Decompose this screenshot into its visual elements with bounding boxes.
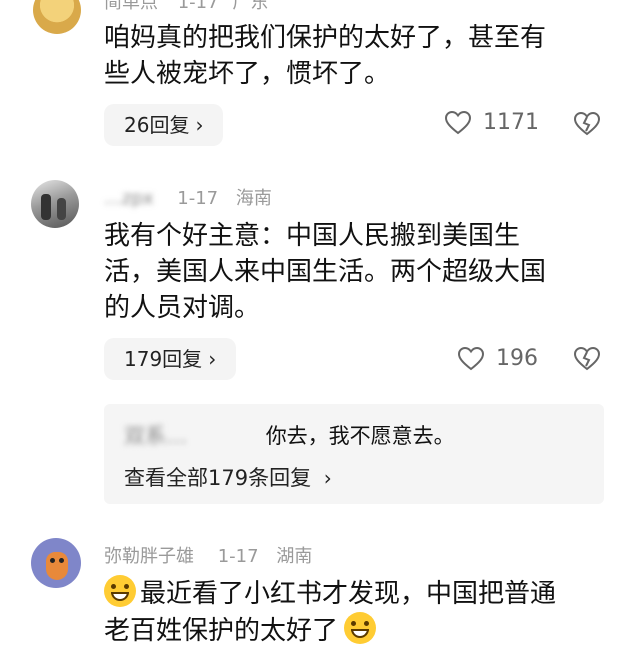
view-all-replies-link[interactable]: 查看全部179条回复 › bbox=[124, 462, 332, 492]
replies-label: 179回复 bbox=[124, 347, 203, 371]
broken-heart-icon bbox=[573, 111, 601, 136]
comment-line: 些人被宠坏了，惯坏了。 bbox=[104, 59, 391, 89]
chevron-right-icon: › bbox=[323, 466, 332, 490]
sub-reply-author[interactable]: 双系… bbox=[124, 420, 259, 450]
avatar[interactable] bbox=[31, 538, 81, 588]
view-all-label: 查看全部179条回复 bbox=[124, 466, 312, 490]
replies-button[interactable]: 26回复 › bbox=[104, 104, 224, 146]
comment-line: 咱妈真的把我们保护的太好了，甚至有 bbox=[104, 23, 547, 53]
like-count: 1171 bbox=[483, 110, 539, 135]
like-button[interactable]: 1171 bbox=[445, 110, 539, 135]
username[interactable]: …zpx bbox=[104, 188, 154, 209]
avatar[interactable] bbox=[33, 0, 81, 34]
avatar[interactable] bbox=[31, 180, 79, 228]
replies-label: 26回复 bbox=[124, 113, 190, 137]
comment-text: 咱妈真的把我们保护的太好了，甚至有 些人被宠坏了，惯坏了。 bbox=[104, 20, 614, 92]
heart-outline-icon bbox=[445, 110, 471, 134]
grinning-face-icon bbox=[344, 612, 377, 644]
sub-reply-box[interactable]: 双系… 你去，我不愿意去。 查看全部179条回复 › bbox=[104, 404, 604, 504]
grinning-face-icon bbox=[104, 575, 136, 607]
like-button[interactable]: 196 bbox=[458, 346, 538, 371]
dislike-button[interactable] bbox=[573, 111, 601, 140]
date: 1-17 bbox=[177, 0, 219, 13]
comment-line: 最近看了小红书才发现，中国把普通 bbox=[104, 575, 624, 612]
location: 湖南 bbox=[276, 546, 313, 567]
broken-heart-icon bbox=[573, 346, 601, 371]
dislike-button[interactable] bbox=[573, 346, 601, 375]
comment-line: 的人员对调。 bbox=[104, 293, 261, 323]
like-count: 196 bbox=[496, 346, 538, 371]
comment-text: 最近看了小红书才发现，中国把普通 老百姓保护的太好了 bbox=[104, 575, 624, 649]
chevron-right-icon: › bbox=[195, 113, 204, 137]
heart-outline-icon bbox=[458, 346, 484, 370]
comment-line: 老百姓保护的太好了 bbox=[104, 612, 624, 649]
comment-line: 活，美国人来中国生活。两个超级大国 bbox=[104, 257, 547, 287]
date: 1-17 bbox=[217, 546, 259, 567]
replies-button[interactable]: 179回复 › bbox=[104, 338, 237, 380]
location: 广东 bbox=[232, 0, 269, 13]
comment-line-text: 老百姓保护的太好了 bbox=[104, 616, 339, 646]
sub-reply-text: 你去，我不愿意去。 bbox=[265, 424, 455, 448]
comment-meta: 简单点 1-17 广东 bbox=[104, 0, 268, 14]
comment-line: 我有个好主意：中国人民搬到美国生 bbox=[104, 221, 521, 251]
username[interactable]: 弥勒胖子雄 bbox=[104, 546, 194, 567]
comment-line-text: 最近看了小红书才发现，中国把普通 bbox=[140, 579, 557, 609]
comment-text: 我有个好主意：中国人民搬到美国生 活，美国人来中国生活。两个超级大国 的人员对调… bbox=[104, 218, 614, 326]
comment-meta: …zpx 1-17 海南 bbox=[104, 184, 272, 210]
comment-meta: 弥勒胖子雄 1-17 湖南 bbox=[104, 542, 312, 568]
username[interactable]: 简单点 bbox=[104, 0, 158, 13]
chevron-right-icon: › bbox=[208, 347, 217, 371]
sub-reply: 双系… 你去，我不愿意去。 bbox=[124, 420, 455, 450]
location: 海南 bbox=[235, 188, 272, 209]
date: 1-17 bbox=[177, 188, 219, 209]
